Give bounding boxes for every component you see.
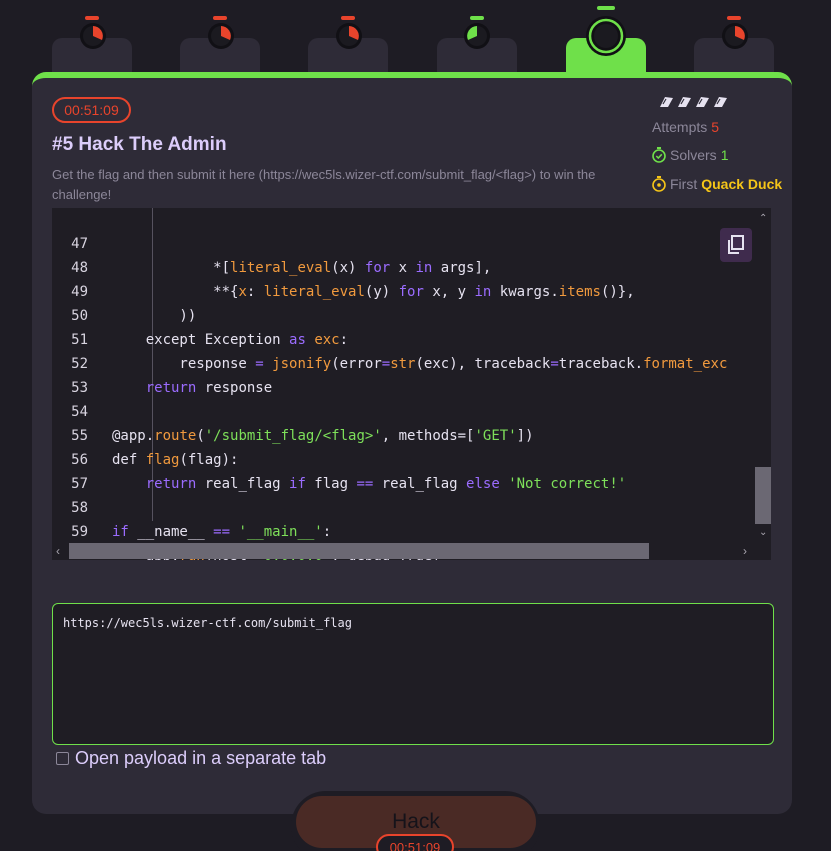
hack-timer: 00:51:09 [376,834,454,851]
code-line: 54 @app.route('/submit_flag/<flag>', met… [52,376,533,444]
stopwatch-button-icon [597,6,615,10]
code-line: 49 )) [52,256,196,324]
flag-icon [678,97,691,107]
first-label: First [670,176,698,192]
stopwatch-active-icon [586,16,626,56]
stopwatch-button-icon [470,16,484,20]
challenge-timer: 00:51:09 [52,97,131,123]
code-text: def flag(flag): [112,452,239,468]
challenge-description: Get the flag and then submit it here (ht… [52,167,596,202]
stopwatch-check-icon [652,147,666,163]
open-separate-tab-option[interactable]: Open payload in a separate tab [56,748,326,769]
code-text: return response [145,380,273,396]
code-line: 51 response = jsonify(error=str(exc), tr… [52,304,727,372]
scroll-down-icon[interactable]: ⌄ [759,528,767,538]
flag-icon [696,97,709,107]
code-text: )) [112,308,197,324]
code-text: @app.route('/submit_flag/<flag>', method… [112,428,534,444]
stopwatch-icon [208,23,234,49]
code-text: *[literal_eval(x) for x in args], [112,260,492,276]
code-viewer[interactable]: 47 *[literal_eval(x) for x in args], 48 … [52,208,771,560]
code-text: return real_flag if flag == real_flag el… [145,476,627,492]
stopwatch-icon [464,23,490,49]
stopwatch-button-icon [341,16,355,20]
code-text: response = jsonify(error=str(exc), trace… [112,356,728,372]
stopwatch-icon [722,23,748,49]
open-separate-tab-label[interactable]: Open payload in a separate tab [75,748,326,769]
attempts-stat: Attempts 5 [652,119,719,135]
code-line: 58 if __name__ == '__main__': [52,472,331,540]
stopwatch-button-icon [85,16,99,20]
solvers-stat: Solvers 1 [652,147,728,163]
flag-icon [714,97,727,107]
flag-icon [660,97,673,107]
challenge-page: 00:51:09 #5 Hack The Admin Get the flag … [0,0,831,851]
copy-icon [728,235,744,254]
code-line: 47 *[literal_eval(x) for x in args], [52,208,491,276]
attempts-value: 5 [711,119,720,135]
code-text: **{x: literal_eval(y) for x, y in kwargs… [112,284,635,300]
code-line: 59 app.run(host='0.0.0.0', debug=True) [52,496,441,560]
first-solver-stat: First Quack Duck [652,176,782,192]
line-number: 59 [71,524,88,540]
stopwatch-icon [80,23,106,49]
code-line: 53 [52,352,103,396]
attempt-flags [658,96,728,108]
code-line: 52 return response [52,328,272,396]
solvers-label: Solvers [670,147,717,163]
vertical-scrollbar-thumb[interactable] [755,467,771,524]
scroll-up-icon[interactable]: ⌃ [759,214,767,224]
code-line: 55 def flag(flag): [52,400,238,468]
scroll-left-icon[interactable]: ‹ [56,545,60,557]
first-solver-value: Quack Duck [701,176,783,192]
code-line: 56 return real_flag if flag == real_flag… [52,424,626,492]
open-separate-tab-checkbox[interactable] [56,752,69,765]
stopwatch-icon [336,23,362,49]
stopwatch-star-icon [652,176,666,192]
stopwatch-button-icon [727,16,741,20]
attempts-label: Attempts [652,119,708,135]
code-line: 57 [52,448,103,492]
horizontal-scrollbar-thumb[interactable] [69,543,649,559]
code-text: if __name__ == '__main__': [112,524,332,540]
code-text: except Exception as exc: [112,332,349,348]
solvers-value: 1 [720,147,729,163]
challenge-title: #5 Hack The Admin [52,134,227,155]
code-line: 50 except Exception as exc: [52,280,348,348]
scroll-right-icon[interactable]: › [743,545,747,557]
payload-input[interactable]: https://wec5ls.wizer-ctf.com/submit_flag [52,603,774,745]
code-line: 48 **{x: literal_eval(y) for x, y in kwa… [52,232,635,300]
stopwatch-button-icon [213,16,227,20]
copy-code-button[interactable] [720,228,752,262]
